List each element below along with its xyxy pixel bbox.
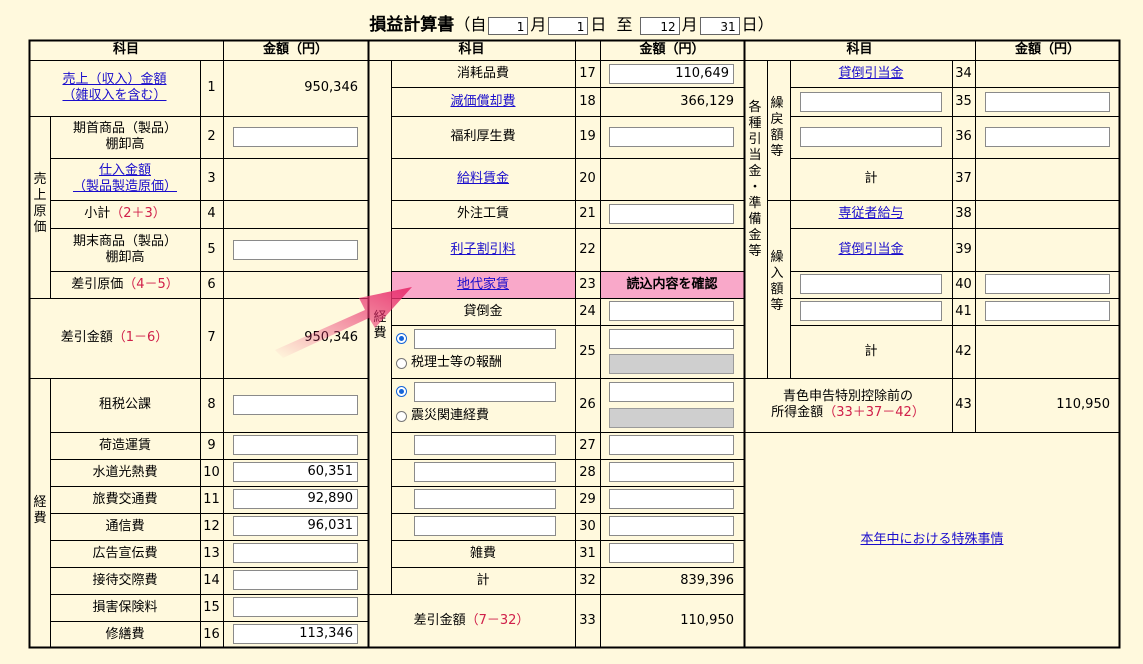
from-day-input[interactable]: 1 [548, 16, 589, 35]
period-to-label: 至 [616, 15, 633, 34]
day-unit-label: 日 [590, 15, 607, 34]
period-close-label: ） [757, 15, 774, 34]
title-name: 損益計算書 [369, 15, 455, 35]
table-grid [28, 39, 1121, 649]
day-unit-label-2: 日 [741, 15, 758, 34]
month-unit-label-2: 月 [681, 15, 698, 34]
pointer-arrow-icon [275, 287, 412, 358]
to-day-input[interactable]: 31 [699, 16, 740, 35]
period-from-label: （自 [454, 15, 487, 34]
to-month-input[interactable]: 12 [639, 16, 680, 35]
from-month-input[interactable]: 1 [488, 16, 529, 35]
statement-title: 損益計算書（自 1 月 1 日 至 12 月 31 日） [0, 13, 1143, 37]
income-statement-table: 地代家賃 読込内容を確認 科目 金額（円） 科目 金額（円） 科目 金額（円） … [28, 39, 1121, 649]
month-unit-label: 月 [530, 15, 547, 34]
